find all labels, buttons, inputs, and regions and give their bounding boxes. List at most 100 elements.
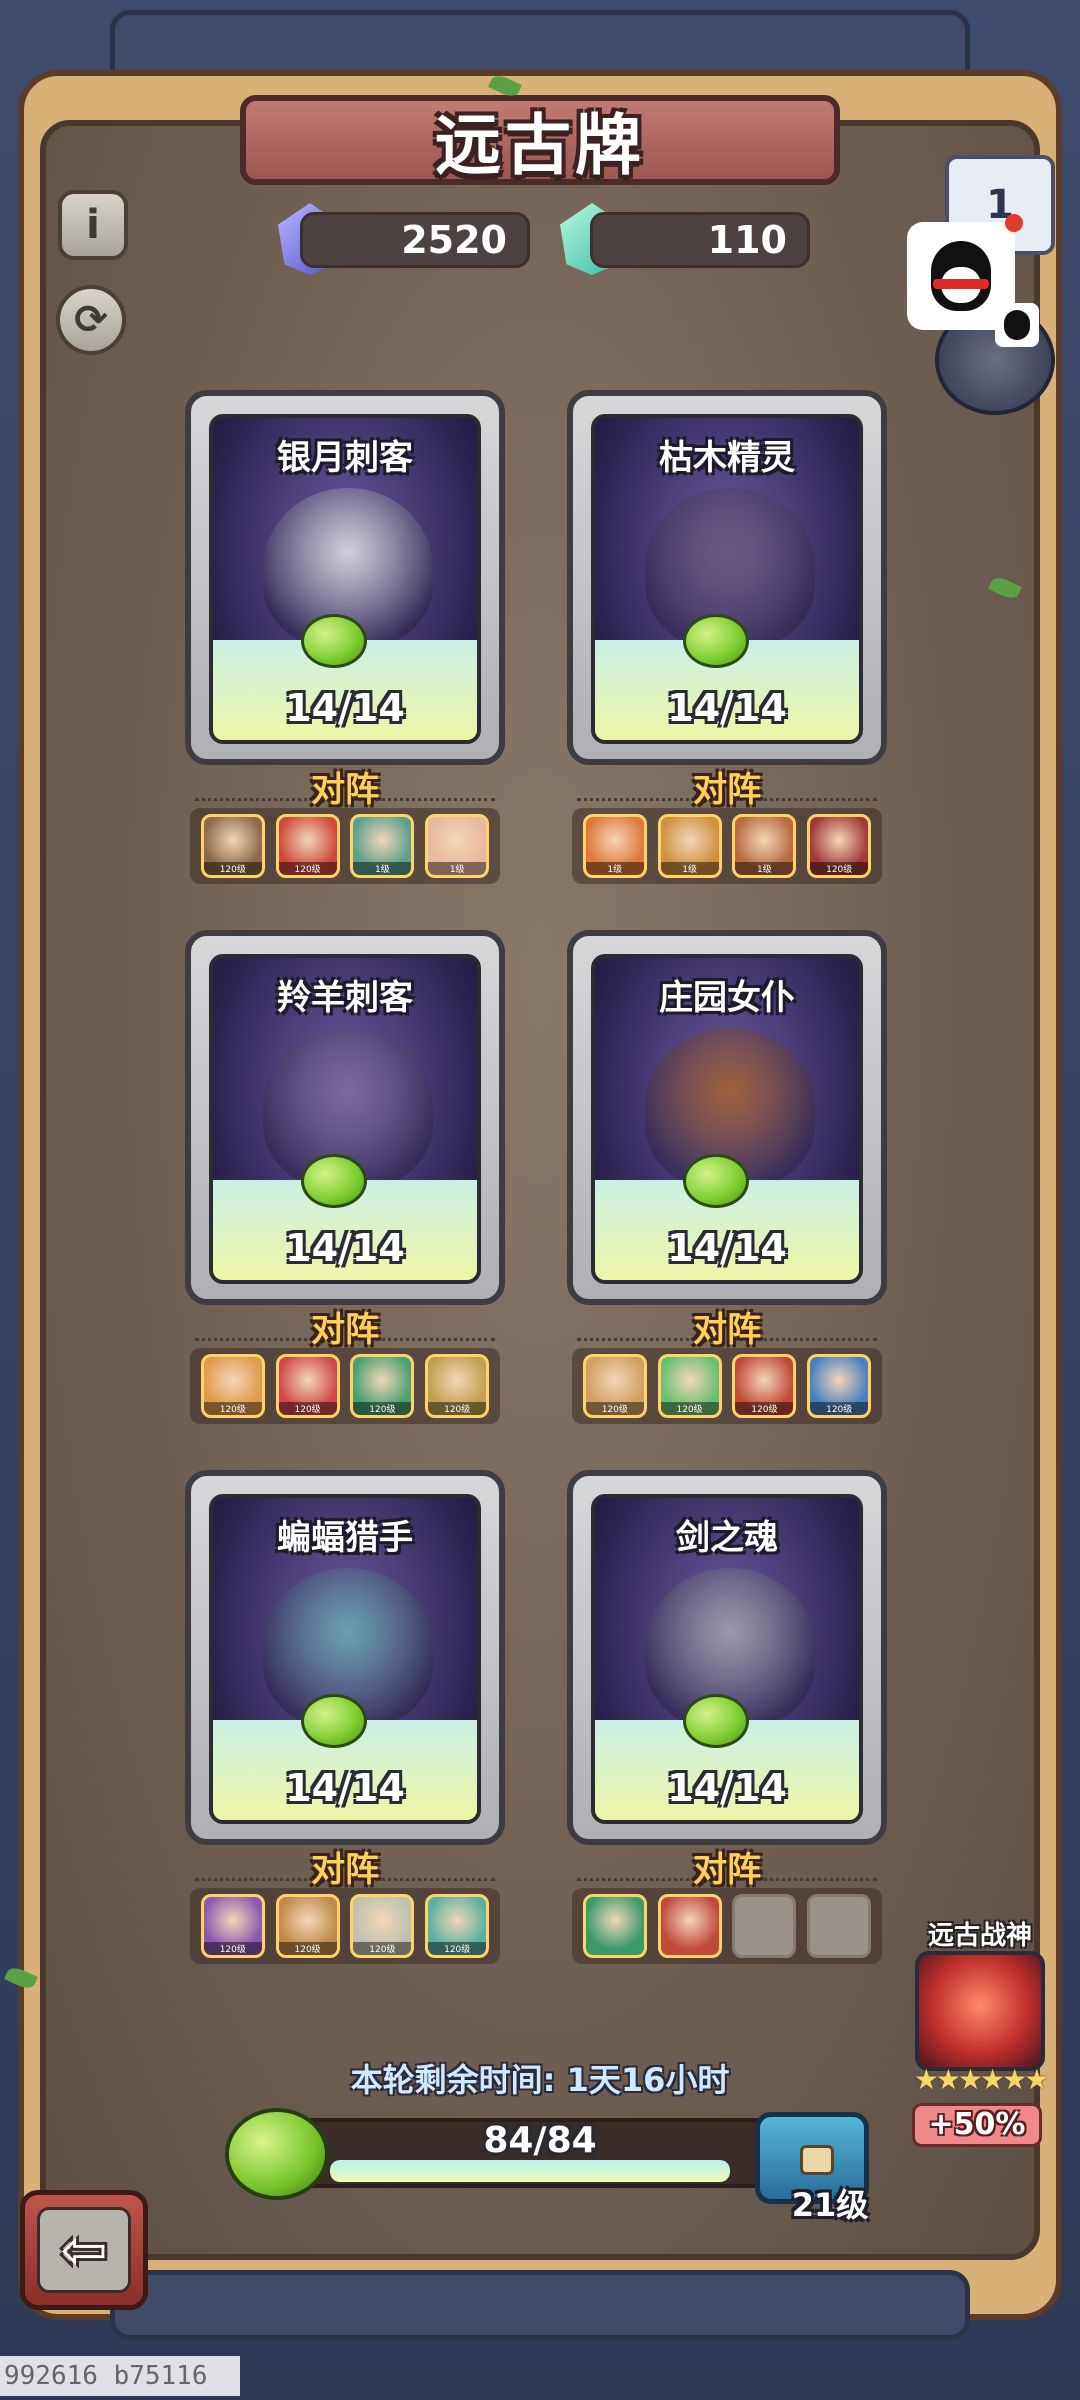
notification-dot bbox=[1005, 214, 1023, 232]
opponent-lineup[interactable]: 120级 120级 1级 1级 bbox=[190, 808, 500, 884]
back-button[interactable]: ⇦ bbox=[20, 2190, 148, 2310]
card-name: 枯木精灵 bbox=[659, 438, 795, 478]
hero-avatar[interactable] bbox=[657, 1894, 722, 1958]
hero-level: 120级 bbox=[428, 1402, 487, 1415]
opponent-lineup[interactable] bbox=[572, 1888, 882, 1964]
hero-card[interactable]: 银月刺客 14/14 bbox=[185, 390, 505, 765]
hero-avatar[interactable]: 120级 bbox=[200, 1354, 265, 1418]
hero-avatar[interactable]: 120级 bbox=[275, 1894, 340, 1958]
card-art: 银月刺客 14/14 bbox=[209, 414, 481, 744]
hero-card[interactable]: 蝙蝠猎手 14/14 bbox=[185, 1470, 505, 1845]
bean-icon bbox=[301, 1694, 367, 1748]
currency-blue-value: 2520 bbox=[401, 218, 507, 262]
ancient-god-panel[interactable]: 远古战神 ★★★★★★ +50% bbox=[890, 1915, 1070, 2155]
card-art: 蝙蝠猎手 14/14 bbox=[209, 1494, 481, 1824]
hero-avatar[interactable]: 120级 bbox=[200, 814, 265, 878]
hero-level: 120级 bbox=[353, 1402, 412, 1415]
currency-green-value: 110 bbox=[707, 218, 787, 262]
hero-level: 120级 bbox=[585, 1402, 644, 1415]
bean-icon bbox=[683, 614, 749, 668]
refresh-icon: ⟳ bbox=[74, 297, 108, 343]
bean-icon bbox=[301, 1154, 367, 1208]
hero-avatar[interactable]: 120级 bbox=[200, 1894, 265, 1958]
hero-avatar[interactable]: 120级 bbox=[425, 1894, 490, 1958]
hero-card[interactable]: 庄园女仆 14/14 bbox=[567, 930, 887, 1305]
hero-level: 1级 bbox=[428, 862, 487, 875]
hero-avatar[interactable]: 120级 bbox=[807, 814, 872, 878]
hero-avatar[interactable]: 120级 bbox=[425, 1354, 490, 1418]
hero-avatar[interactable]: 1级 bbox=[425, 814, 490, 878]
bean-currency-icon bbox=[225, 2108, 329, 2200]
bottom-frame-bar bbox=[110, 2270, 970, 2340]
card-count: 14/14 bbox=[285, 1226, 405, 1270]
bean-icon bbox=[301, 614, 367, 668]
hero-avatar[interactable]: 120级 bbox=[350, 1894, 415, 1958]
qq-mini-icon[interactable] bbox=[995, 303, 1039, 347]
hero-level: 1级 bbox=[735, 862, 794, 875]
hero-avatar[interactable]: 120级 bbox=[350, 1354, 415, 1418]
currency-blue-gem: 2520 bbox=[300, 212, 530, 268]
empty-hero-slot[interactable] bbox=[732, 1894, 797, 1958]
hero-level: 1级 bbox=[660, 862, 719, 875]
card-count: 14/14 bbox=[667, 1226, 787, 1270]
opponent-lineup[interactable]: 120级 120级 120级 120级 bbox=[572, 1348, 882, 1424]
hero-card[interactable]: 羚羊刺客 14/14 bbox=[185, 930, 505, 1305]
info-button[interactable]: i bbox=[58, 190, 128, 260]
card-art: 剑之魂 14/14 bbox=[591, 1494, 863, 1824]
lineup-label: 对阵 bbox=[311, 770, 379, 810]
bean-icon bbox=[683, 1154, 749, 1208]
hero-level: 120级 bbox=[735, 1402, 794, 1415]
progress-fill bbox=[330, 2160, 730, 2182]
opponent-lineup[interactable]: 120级 120级 120级 120级 bbox=[190, 1888, 500, 1964]
bean-icon bbox=[683, 1694, 749, 1748]
ancient-god-title: 远古战神 bbox=[927, 1921, 1032, 1951]
hero-avatar[interactable]: 1级 bbox=[582, 814, 647, 878]
opponent-lineup[interactable]: 120级 120级 120级 120级 bbox=[190, 1348, 500, 1424]
hero-level: 120级 bbox=[353, 1942, 412, 1955]
card-name: 羚羊刺客 bbox=[277, 978, 413, 1018]
hero-card[interactable]: 枯木精灵 14/14 bbox=[567, 390, 887, 765]
refresh-button[interactable]: ⟳ bbox=[56, 285, 126, 355]
hero-avatar[interactable]: 1级 bbox=[350, 814, 415, 878]
card-name: 庄园女仆 bbox=[659, 978, 795, 1018]
bonus-badge: +50% bbox=[912, 2103, 1042, 2147]
card-count: 14/14 bbox=[667, 1766, 787, 1810]
card-name: 银月刺客 bbox=[277, 438, 413, 478]
hero-level: 120级 bbox=[203, 1402, 262, 1415]
hero-level: 120级 bbox=[278, 1402, 337, 1415]
hero-avatar[interactable]: 120级 bbox=[275, 1354, 340, 1418]
chest-level: 21级 bbox=[791, 2186, 869, 2224]
hero-level: 120级 bbox=[278, 862, 337, 875]
page-title: 远古牌 bbox=[435, 107, 645, 184]
card-name: 剑之魂 bbox=[676, 1518, 778, 1558]
card-count: 14/14 bbox=[285, 686, 405, 730]
hero-level: 120级 bbox=[660, 1402, 719, 1415]
chest-lock-icon bbox=[800, 2145, 834, 2175]
currency-green-gem: 110 bbox=[590, 212, 810, 268]
hero-avatar[interactable] bbox=[582, 1894, 647, 1958]
hero-card[interactable]: 剑之魂 14/14 bbox=[567, 1470, 887, 1845]
hero-avatar[interactable]: 120级 bbox=[582, 1354, 647, 1418]
title-banner: 远古牌 bbox=[240, 95, 840, 185]
card-art: 庄园女仆 14/14 bbox=[591, 954, 863, 1284]
hero-avatar[interactable]: 1级 bbox=[732, 814, 797, 878]
hero-level: 120级 bbox=[203, 1942, 262, 1955]
card-count: 14/14 bbox=[285, 1766, 405, 1810]
qq-penguin-icon bbox=[931, 241, 991, 311]
hero-avatar[interactable]: 120级 bbox=[807, 1354, 872, 1418]
ancient-god-portrait[interactable] bbox=[915, 1951, 1045, 2071]
hero-avatar[interactable]: 120级 bbox=[732, 1354, 797, 1418]
back-arrow-icon: ⇦ bbox=[37, 2207, 131, 2293]
hero-level: 120级 bbox=[428, 1942, 487, 1955]
hero-avatar[interactable]: 120级 bbox=[657, 1354, 722, 1418]
hero-avatar[interactable]: 1级 bbox=[657, 814, 722, 878]
opponent-lineup[interactable]: 1级 1级 1级 120级 bbox=[572, 808, 882, 884]
hero-level: 120级 bbox=[810, 1402, 869, 1415]
card-art: 羚羊刺客 14/14 bbox=[209, 954, 481, 1284]
empty-hero-slot[interactable] bbox=[807, 1894, 872, 1958]
card-name: 蝙蝠猎手 bbox=[277, 1518, 413, 1558]
lineup-label: 对阵 bbox=[311, 1310, 379, 1350]
lineup-label: 对阵 bbox=[693, 770, 761, 810]
info-icon: i bbox=[86, 202, 100, 248]
hero-avatar[interactable]: 120级 bbox=[275, 814, 340, 878]
